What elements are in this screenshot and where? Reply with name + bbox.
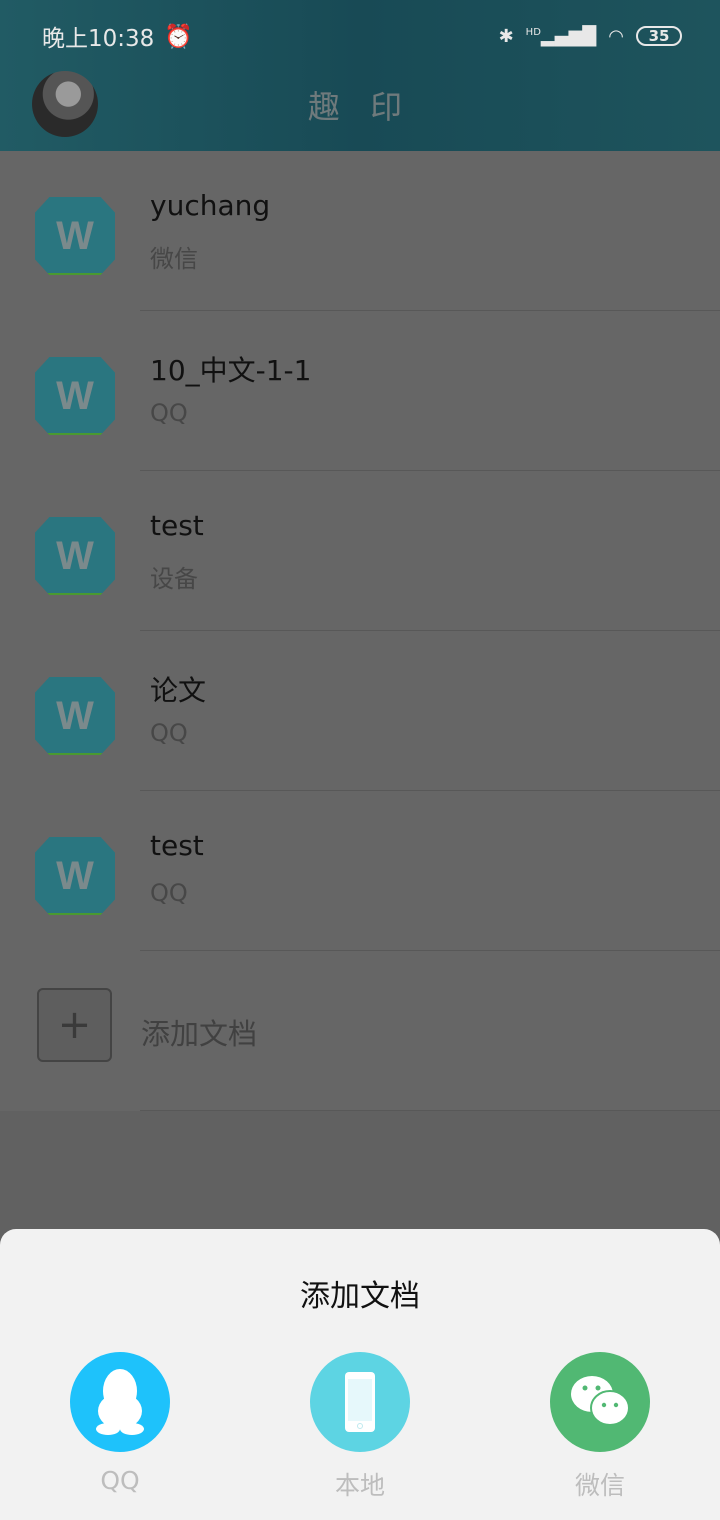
doc-name: test	[150, 509, 204, 542]
doc-source: QQ	[150, 879, 188, 907]
plus-icon: +	[37, 988, 112, 1062]
list-item[interactable]: Wyuchang 微信	[0, 151, 720, 311]
bluetooth-icon: ✱	[498, 25, 514, 47]
word-doc-icon: W	[35, 517, 115, 595]
list-item[interactable]: W 10_中文-1-1 QQ	[0, 311, 720, 471]
doc-source: 微信	[150, 245, 198, 273]
add-document-label: 添加文档	[141, 1017, 258, 1051]
doc-source: 设备	[150, 565, 198, 593]
battery-indicator: 35	[636, 26, 682, 46]
doc-name: 10_中文-1-1	[150, 354, 312, 387]
doc-source: QQ	[150, 399, 188, 427]
option-local[interactable]: 本地	[310, 1352, 410, 1502]
status-time: 晚上10:38	[42, 26, 155, 52]
doc-source: QQ	[150, 719, 188, 747]
document-list: Wyuchang 微信 W 10_中文-1-1 QQ Wtest 设备 W 论文 QQ Wt…	[0, 151, 720, 1111]
add-document-sheet: 添加文档 QQ 本地 微信	[0, 1229, 720, 1520]
word-doc-icon: W	[35, 677, 115, 755]
alarm-icon: ⏰	[164, 23, 193, 50]
option-wechat[interactable]: 微信	[550, 1352, 650, 1502]
qq-penguin-icon	[70, 1352, 170, 1452]
app-header: 晚上10:38 ⏰ ✱ HD▂▄▆█ ◠ 35 趣 印	[0, 0, 720, 151]
option-label: 微信	[574, 1471, 625, 1500]
doc-name: 论文	[150, 674, 207, 707]
page-title: 趣 印	[307, 88, 413, 126]
doc-name: yuchang	[150, 189, 271, 222]
wechat-icon	[550, 1352, 650, 1452]
status-bar: 晚上10:38 ⏰ ✱ HD▂▄▆█ ◠ 35	[42, 20, 682, 52]
option-label: QQ	[100, 1466, 140, 1495]
word-doc-icon: W	[35, 197, 115, 275]
divider	[140, 1110, 720, 1111]
add-document-row[interactable]: + 添加文档	[0, 951, 720, 1111]
option-qq[interactable]: QQ	[70, 1352, 170, 1495]
list-item[interactable]: Wtest 设备	[0, 471, 720, 631]
word-doc-icon: W	[35, 837, 115, 915]
signal-icon: HD▂▄▆█	[525, 25, 597, 47]
doc-name: test	[150, 829, 204, 862]
list-item[interactable]: Wtest QQ	[0, 791, 720, 951]
list-item[interactable]: W 论文 QQ	[0, 631, 720, 791]
option-label: 本地	[334, 1471, 385, 1500]
sheet-title: 添加文档	[300, 1279, 420, 1314]
phone-icon	[310, 1352, 410, 1452]
wifi-icon: ◠	[608, 25, 624, 47]
word-doc-icon: W	[35, 357, 115, 435]
